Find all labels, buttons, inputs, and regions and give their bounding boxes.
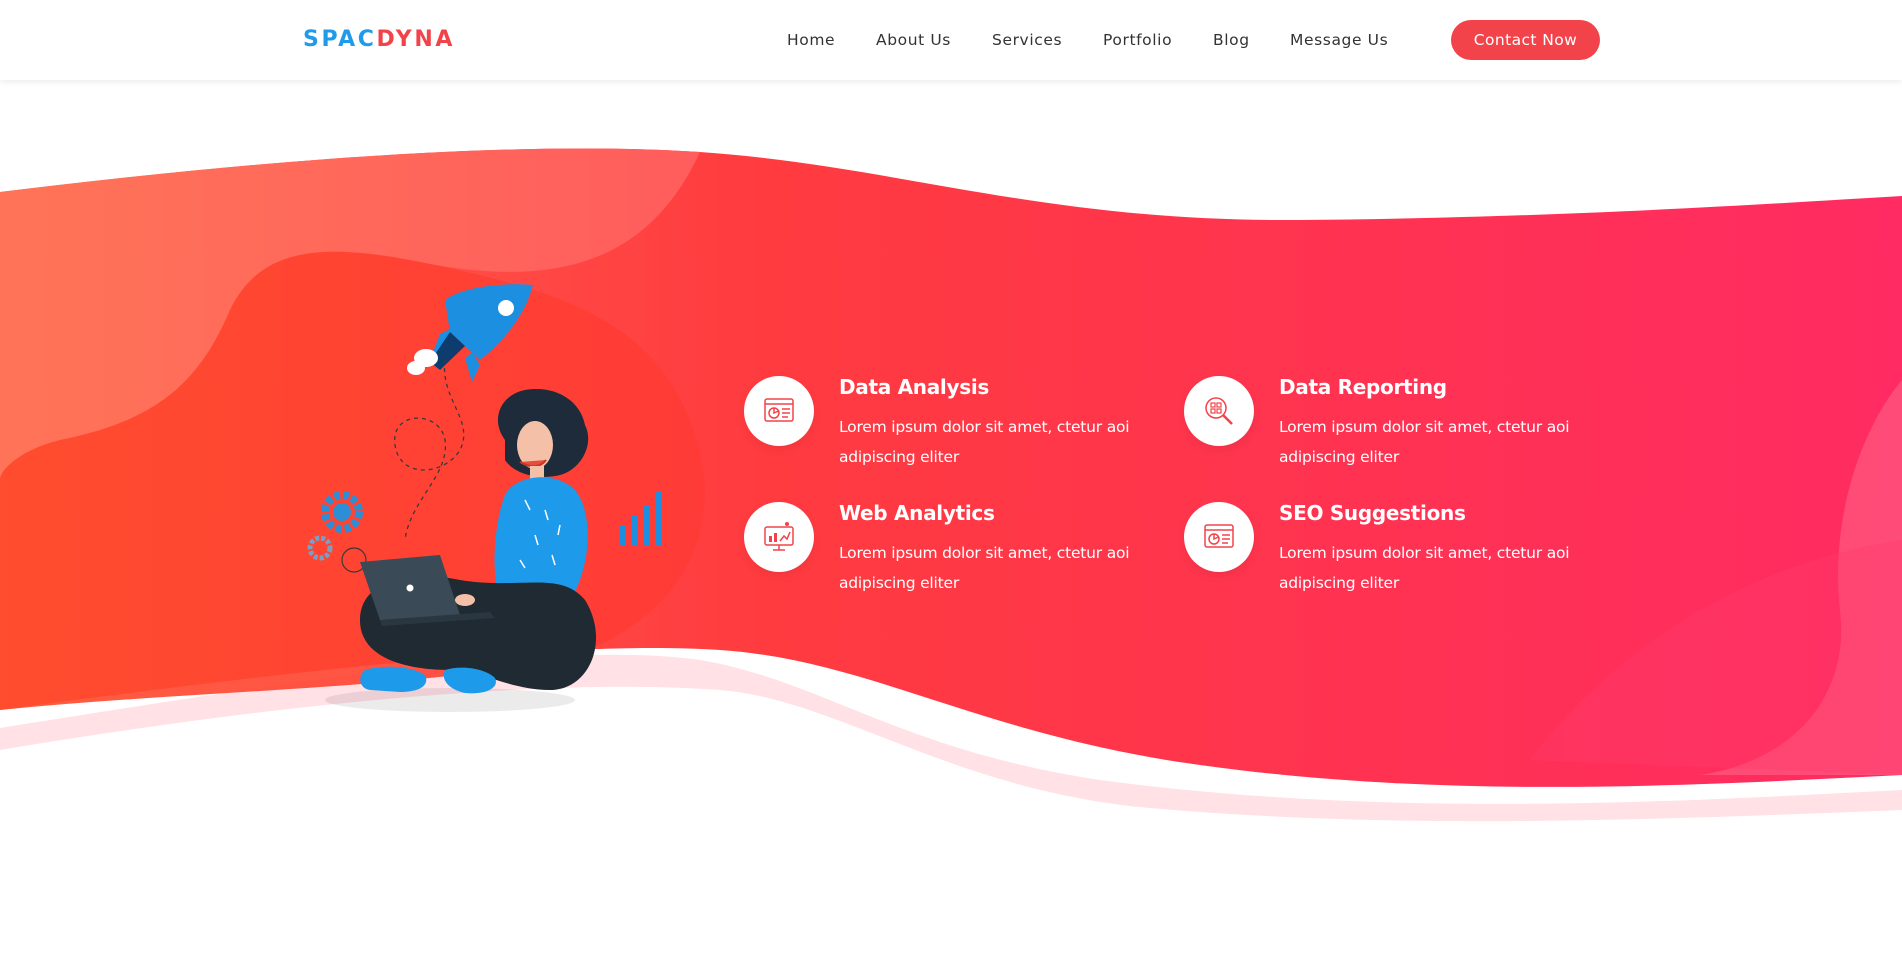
feature-seo-suggestions: SEO Suggestions Lorem ipsum dolor sit am… bbox=[1184, 501, 1570, 612]
bar-chart-icon bbox=[620, 492, 662, 545]
rocket-icon bbox=[407, 284, 533, 382]
hero-illustration bbox=[307, 284, 662, 712]
feature-description: Lorem ipsum dolor sit amet, ctetur aoi a… bbox=[839, 418, 1130, 466]
feature-icon-circle bbox=[1184, 376, 1254, 446]
feature-description: Lorem ipsum dolor sit amet, ctetur aoi a… bbox=[839, 544, 1130, 592]
nav-item-services[interactable]: Services bbox=[992, 28, 1062, 52]
contact-now-button[interactable]: Contact Now bbox=[1451, 20, 1600, 60]
feature-data-reporting: Data Reporting Lorem ipsum dolor sit ame… bbox=[1184, 375, 1570, 486]
feature-description: Lorem ipsum dolor sit amet, ctetur aoi a… bbox=[1279, 418, 1570, 466]
feature-web-analytics: Web Analytics Lorem ipsum dolor sit amet… bbox=[744, 501, 1130, 612]
gear-icon bbox=[307, 491, 367, 573]
chart-document-icon bbox=[1204, 524, 1234, 548]
feature-icon-circle bbox=[744, 376, 814, 446]
nav-item-blog[interactable]: Blog bbox=[1213, 28, 1250, 52]
feature-icon-circle bbox=[744, 502, 814, 572]
feature-icon-circle bbox=[1184, 502, 1254, 572]
feature-data-analysis: Data Analysis Lorem ipsum dolor sit amet… bbox=[744, 375, 1130, 486]
feature-title: Data Reporting bbox=[1279, 375, 1447, 399]
nav-item-message-us[interactable]: Message Us bbox=[1290, 28, 1388, 52]
nav-item-home[interactable]: Home bbox=[787, 28, 835, 52]
site-header: SPACDYNA Home About Us Services Portfoli… bbox=[0, 0, 1902, 80]
nav-item-about-us[interactable]: About Us bbox=[876, 28, 951, 52]
feature-description: Lorem ipsum dolor sit amet, ctetur aoi a… bbox=[1279, 544, 1570, 592]
nav-item-portfolio[interactable]: Portfolio bbox=[1103, 28, 1172, 52]
feature-title: SEO Suggestions bbox=[1279, 501, 1466, 525]
main-nav: Home About Us Services Portfolio Blog Me… bbox=[0, 28, 1902, 52]
feature-title: Web Analytics bbox=[839, 501, 995, 525]
woman-figure bbox=[360, 389, 597, 694]
feature-title: Data Analysis bbox=[839, 375, 989, 399]
magnifier-chart-icon bbox=[1205, 397, 1233, 425]
chart-document-icon bbox=[764, 398, 794, 422]
monitor-analytics-icon bbox=[764, 522, 794, 551]
